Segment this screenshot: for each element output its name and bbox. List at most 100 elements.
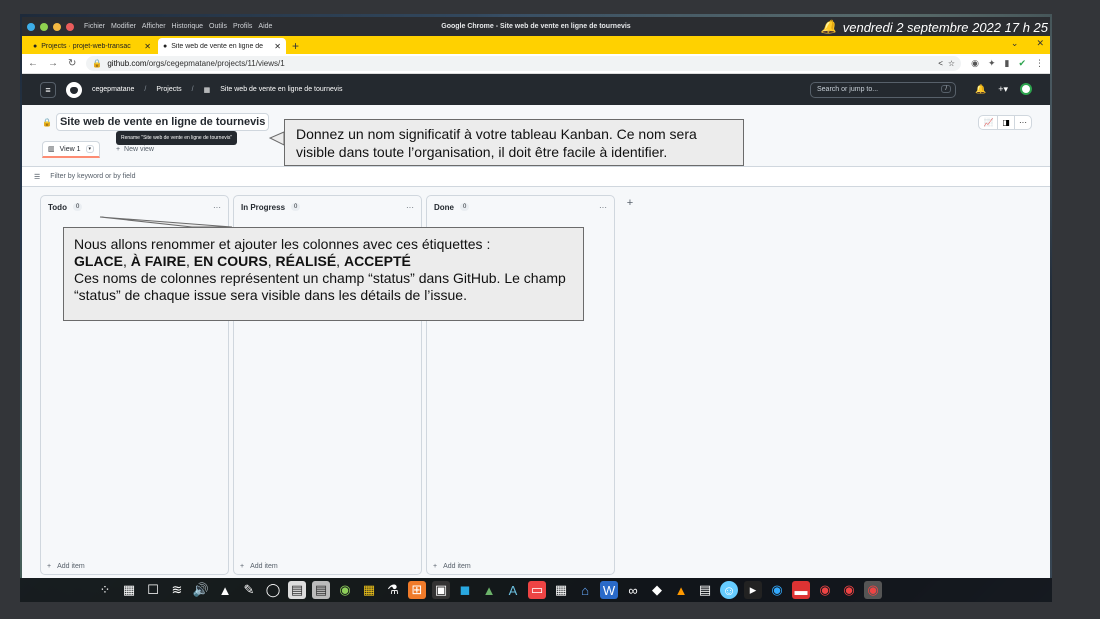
close-window-button[interactable]: [66, 22, 74, 31]
forward-icon[interactable]: →: [48, 58, 58, 69]
maximize-button[interactable]: [40, 22, 48, 31]
filter-input[interactable]: Filter by keyword or by field: [50, 173, 135, 180]
add-item-button[interactable]: + Add item: [433, 563, 471, 570]
share-icon[interactable]: <: [938, 59, 943, 68]
column-title: Done: [434, 202, 454, 212]
close-icon[interactable]: ✕: [1036, 38, 1044, 49]
browser-blue-icon[interactable]: ◉: [768, 581, 786, 599]
create-new-icon[interactable]: +▾: [998, 84, 1008, 95]
github-icon: ●: [163, 42, 168, 50]
mascot-icon[interactable]: ⚗: [384, 581, 402, 599]
chrome-icon[interactable]: ◉: [816, 581, 834, 599]
shredder-icon[interactable]: ▤: [696, 581, 714, 599]
arrow-up-icon[interactable]: ▲: [216, 581, 234, 599]
glasses-icon[interactable]: ∞: [624, 581, 642, 599]
red-app-icon[interactable]: ▬: [792, 581, 810, 599]
system-clock: 🔔 vendredi 2 septembre 2022 17 h 25: [820, 19, 1048, 35]
close-tab-icon[interactable]: ✕: [274, 42, 281, 51]
network-icon[interactable]: ⁘: [96, 581, 114, 599]
menu-aide[interactable]: Aide: [258, 23, 272, 30]
column-count: 0: [291, 203, 301, 211]
breadcrumb-projects[interactable]: Projects: [156, 86, 181, 93]
presentation-icon[interactable]: ▭: [528, 581, 546, 599]
board-icon: ▥: [48, 146, 55, 153]
text-editor-icon[interactable]: A: [504, 581, 522, 599]
volume-icon[interactable]: 🔊: [192, 581, 210, 599]
menu-historique[interactable]: Historique: [172, 23, 204, 30]
insights-icon[interactable]: 📈: [979, 116, 999, 129]
image-icon[interactable]: ▲: [480, 581, 498, 599]
code-app-icon[interactable]: ⊞: [408, 581, 426, 599]
project-title-input[interactable]: Site web de vente en ligne de tournevis: [55, 113, 270, 131]
window-icon[interactable]: ☐: [144, 581, 162, 599]
menu-modifier[interactable]: Modifier: [111, 23, 136, 30]
more-options-icon[interactable]: ···: [1015, 116, 1031, 129]
filter-icon: ☰: [34, 173, 41, 181]
wifi-icon[interactable]: ≋: [168, 581, 186, 599]
desktop: 🔔 vendredi 2 septembre 2022 17 h 25 Fich…: [20, 14, 1052, 602]
column-menu-icon[interactable]: ···: [406, 203, 414, 212]
notes-icon[interactable]: ▤: [312, 581, 330, 599]
extensions-icon[interactable]: ✦: [988, 58, 996, 69]
sidebar-icon[interactable]: ▮: [1005, 58, 1010, 69]
grid-app-icon[interactable]: ▦: [360, 581, 378, 599]
menu-fichier[interactable]: Fichier: [84, 23, 105, 30]
reload-icon[interactable]: ↻: [68, 58, 76, 69]
tab-strip: ● Projects · projet-web-transac ✕ ● Site…: [22, 36, 1050, 54]
calculator-icon[interactable]: ▦: [552, 581, 570, 599]
avatar[interactable]: [1020, 83, 1032, 95]
globe-icon[interactable]: ◉: [336, 581, 354, 599]
chrome-icon[interactable]: ◉: [840, 581, 858, 599]
add-column-button[interactable]: +: [622, 195, 638, 211]
url-input[interactable]: 🔒 github.com/orgs/cegepmatane/projects/1…: [86, 56, 962, 71]
menu-outils[interactable]: Outils: [209, 23, 227, 30]
filter-bar[interactable]: ☰ Filter by keyword or by field: [22, 167, 1050, 187]
camera-icon[interactable]: ◉: [971, 58, 979, 69]
minimize-button[interactable]: [53, 22, 61, 31]
menu-afficher[interactable]: Afficher: [142, 23, 166, 30]
back-icon[interactable]: ←: [28, 58, 38, 69]
breadcrumb-project[interactable]: Site web de vente en ligne de tournevis: [220, 86, 342, 93]
hamburger-icon[interactable]: ≡: [40, 81, 56, 98]
notification-bell-icon[interactable]: 🔔: [975, 84, 986, 95]
bell-icon[interactable]: 🔔: [821, 19, 837, 35]
column-menu-icon[interactable]: ···: [599, 203, 607, 212]
github-logo-icon[interactable]: [66, 81, 82, 98]
tab-projects[interactable]: ● Projects · projet-web-transac ✕: [28, 38, 156, 54]
search-input[interactable]: Search or jump to... /: [810, 82, 956, 98]
vlc-icon[interactable]: ▲: [672, 581, 690, 599]
column-count: 0: [460, 203, 470, 211]
pen-icon[interactable]: ✎: [240, 581, 258, 599]
checkmark-extension-icon[interactable]: ✔: [1018, 58, 1026, 69]
home-icon[interactable]: ⌂: [576, 581, 594, 599]
chrome-icon[interactable]: ◉: [864, 581, 882, 599]
tab-site-web[interactable]: ● Site web de vente en ligne de ✕: [158, 38, 286, 54]
table-icon: ▦: [203, 86, 211, 94]
shell-icon[interactable]: ▸: [744, 581, 762, 599]
tab-view-1[interactable]: ▥ View 1 ▾: [42, 141, 101, 158]
files-icon[interactable]: ▤: [288, 581, 306, 599]
word-icon[interactable]: W: [600, 581, 618, 599]
tab-search-icon[interactable]: ⌄: [1011, 38, 1019, 49]
breadcrumb-org[interactable]: cegepmatane: [92, 86, 134, 93]
circle-icon[interactable]: ◯: [264, 581, 282, 599]
panel-icon[interactable]: ◨: [998, 116, 1015, 129]
add-item-button[interactable]: + Add item: [240, 563, 278, 570]
box-icon[interactable]: ◼: [456, 581, 474, 599]
apps-grid-icon[interactable]: ▦: [120, 581, 138, 599]
chat-icon[interactable]: ☺: [720, 581, 738, 599]
chevron-down-icon[interactable]: ▾: [85, 145, 95, 153]
new-view-button[interactable]: + New view: [116, 146, 154, 153]
terminal-icon[interactable]: ▣: [432, 581, 450, 599]
menu-profils[interactable]: Profils: [233, 23, 252, 30]
column-menu-icon[interactable]: ···: [213, 203, 221, 212]
new-tab-button[interactable]: +: [292, 38, 299, 54]
column-title: In Progress: [241, 202, 286, 212]
add-item-button[interactable]: + Add item: [47, 563, 85, 570]
kebab-menu-icon[interactable]: ⋮: [1035, 58, 1044, 69]
github-header: ≡ cegepmatane / Projects / ▦ Site web de…: [22, 74, 1050, 105]
inkscape-icon[interactable]: ◆: [648, 581, 666, 599]
bookmark-star-icon[interactable]: ☆: [948, 59, 955, 68]
close-tab-icon[interactable]: ✕: [144, 42, 151, 51]
plus-icon: +: [47, 563, 52, 570]
